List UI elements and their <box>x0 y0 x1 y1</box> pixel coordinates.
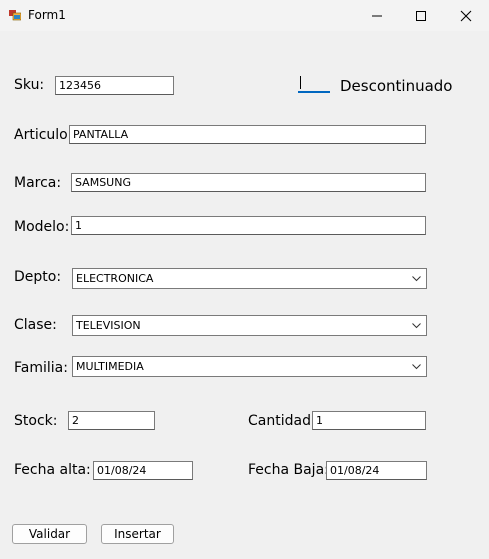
app-icon <box>9 10 21 21</box>
depto-select[interactable]: ELECTRONICA <box>72 268 427 289</box>
chevron-down-icon <box>412 276 421 282</box>
cantidad-label: Cantidad: <box>248 413 316 429</box>
fecha-baja-input[interactable]: 01/08/24 <box>326 461 427 480</box>
marca-input[interactable]: SAMSUNG <box>71 173 426 192</box>
clase-selected-value: TELEVISION <box>76 319 141 332</box>
minimize-button[interactable] <box>354 0 400 31</box>
fecha-baja-label: Fecha Baja: <box>248 462 329 478</box>
descontinuado-label: Descontinuado <box>340 77 453 95</box>
minimize-icon <box>372 15 382 16</box>
close-icon <box>460 10 472 21</box>
stock-label: Stock: <box>14 413 58 429</box>
fecha-alta-label: Fecha alta: <box>14 462 91 478</box>
fecha-alta-input[interactable]: 01/08/24 <box>93 461 193 480</box>
familia-selected-value: MULTIMEDIA <box>76 360 144 373</box>
descontinuado-checkbox[interactable] <box>298 75 330 93</box>
validar-button[interactable]: Validar <box>12 524 87 544</box>
familia-label: Familia: <box>14 360 68 376</box>
window-title: Form1 <box>28 8 66 22</box>
chevron-down-icon <box>412 323 421 329</box>
clase-select[interactable]: TELEVISION <box>72 315 427 336</box>
depto-selected-value: ELECTRONICA <box>76 272 154 285</box>
stock-input[interactable]: 2 <box>68 411 155 430</box>
clase-label: Clase: <box>14 317 57 333</box>
depto-label: Depto: <box>14 269 62 285</box>
maximize-icon <box>416 10 426 21</box>
sku-input[interactable]: 123456 <box>55 76 174 95</box>
sku-label: Sku: <box>14 77 45 93</box>
modelo-input[interactable]: 1 <box>71 216 426 235</box>
insertar-button[interactable]: Insertar <box>101 524 174 544</box>
close-button[interactable] <box>443 0 489 31</box>
maximize-button[interactable] <box>398 0 444 31</box>
title-bar: Form1 <box>0 0 489 31</box>
articulo-input[interactable]: PANTALLA <box>69 125 426 144</box>
cantidad-input[interactable]: 1 <box>312 411 426 430</box>
familia-select[interactable]: MULTIMEDIA <box>72 356 427 377</box>
modelo-label: Modelo: <box>14 219 70 235</box>
chevron-down-icon <box>412 364 421 370</box>
marca-label: Marca: <box>14 175 62 191</box>
articulo-label: Articulo: <box>14 127 73 143</box>
